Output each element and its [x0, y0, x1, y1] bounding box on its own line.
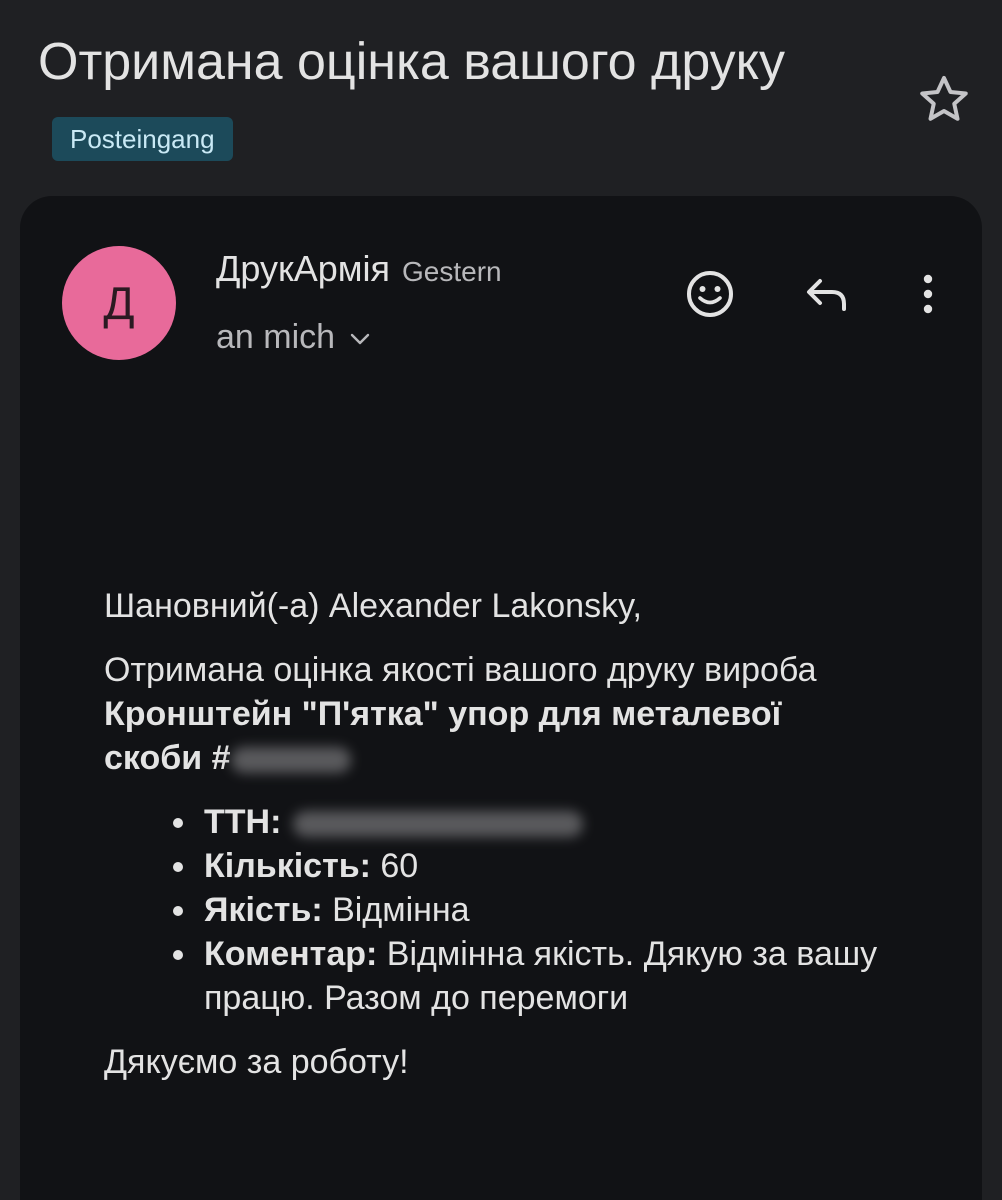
redacted-ttn: [293, 811, 584, 838]
sender-name[interactable]: ДрукАрмія: [216, 248, 390, 289]
subject-text: Отримана оцінка вашого друку: [38, 33, 786, 91]
detail-label: Коментар:: [204, 935, 378, 973]
more-vert-icon[interactable]: [898, 264, 958, 324]
greeting: Шановний(-а) Alexander Lakonsky,: [104, 587, 643, 625]
avatar[interactable]: Д: [62, 246, 176, 360]
detail-item-quality: Якість: Відмінна: [200, 888, 884, 932]
label-badge-inbox[interactable]: Posteingang: [52, 117, 233, 162]
detail-item-comment: Коментар: Відмінна якість. Дякую за вашу…: [200, 932, 884, 1020]
chevron-down-icon: [350, 333, 370, 345]
details-list: ТТН: Кількість: 60 Якість: Відмінна Коме…: [104, 800, 884, 1020]
intro-paragraph: Отримана оцінка якості вашого друку виро…: [104, 648, 884, 780]
detail-label: Кількість:: [204, 847, 371, 885]
sender-line: ДрукАрмія Gestern: [216, 248, 502, 290]
detail-label: ТТН:: [204, 803, 282, 841]
product-name: Кронштейн "П'ятка" упор для металевої ск…: [104, 695, 782, 777]
email-view: Отримана оцінка вашого друкуPosteingang …: [0, 0, 1002, 1200]
detail-label: Якість:: [204, 891, 323, 929]
recipient-toggle[interactable]: an mich: [216, 318, 373, 357]
detail-value: Відмінна: [322, 891, 470, 929]
message-body: Шановний(-а) Alexander Lakonsky, Отриман…: [104, 584, 884, 1104]
email-subject: Отримана оцінка вашого друку Posteingang: [38, 22, 878, 182]
emoji-icon[interactable]: [680, 264, 740, 324]
closing-text: Дякуємо за роботу!: [104, 1043, 409, 1081]
reply-icon[interactable]: [796, 264, 856, 324]
message-card: Д ДрукАрмія Gestern an mich Шановний(-а) …: [20, 196, 982, 1200]
detail-value: 60: [370, 847, 419, 885]
detail-item-ttn: ТТН:: [200, 800, 884, 844]
redacted-order-number: [230, 747, 351, 774]
detail-item-quantity: Кількість: 60: [200, 844, 884, 888]
star-icon[interactable]: [914, 70, 974, 130]
intro-text: Отримана оцінка якості вашого друку виро…: [104, 651, 817, 689]
sent-date: Gestern: [402, 256, 502, 287]
recipient-text: an mich: [216, 318, 336, 356]
